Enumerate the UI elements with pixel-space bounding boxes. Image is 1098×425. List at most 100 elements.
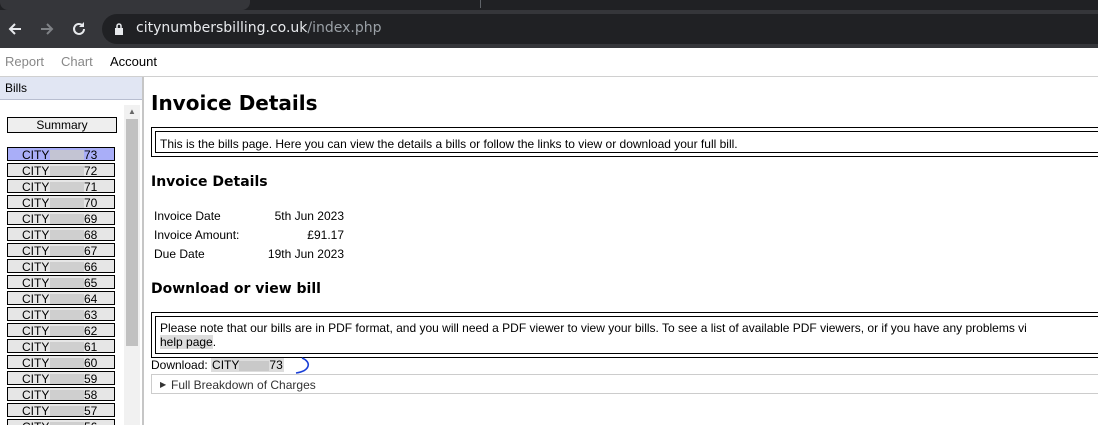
bill-number: 72 bbox=[84, 164, 98, 178]
invoice-date-label: Invoice Date bbox=[154, 209, 221, 223]
bill-item[interactable]: CITY 67 bbox=[7, 243, 115, 258]
bill-prefix: CITY bbox=[22, 372, 50, 386]
tab-strip bbox=[0, 0, 1098, 10]
bill-item[interactable]: CITY 68 bbox=[7, 227, 115, 242]
redacted-block bbox=[50, 182, 84, 192]
bill-number: 63 bbox=[84, 308, 98, 322]
bill-number: 56 bbox=[84, 420, 97, 425]
bill-item[interactable]: CITY 69 bbox=[7, 211, 115, 226]
bill-item[interactable]: CITY 72 bbox=[7, 163, 115, 178]
invoice-date-value: 5th Jun 2023 bbox=[274, 209, 344, 223]
bill-number: 58 bbox=[84, 388, 98, 402]
due-date-row: Due Date 19th Jun 2023 bbox=[154, 247, 344, 266]
download-heading: Download or view bill bbox=[151, 281, 321, 297]
redacted-block bbox=[50, 358, 84, 368]
redacted-block bbox=[50, 262, 84, 272]
bill-item[interactable]: CITY 66 bbox=[7, 259, 115, 274]
bill-prefix: CITY bbox=[22, 260, 50, 274]
bill-item[interactable]: CITY 64 bbox=[7, 291, 115, 306]
bill-prefix: CITY bbox=[22, 292, 50, 306]
bill-prefix: CITY bbox=[22, 276, 50, 290]
menu-chart[interactable]: Chart bbox=[61, 54, 93, 69]
site-menu: Report Chart Account bbox=[0, 48, 1098, 77]
summary-button[interactable]: Summary bbox=[7, 117, 117, 133]
redacted-block bbox=[50, 310, 84, 320]
bill-number: 65 bbox=[84, 276, 98, 290]
menu-report[interactable]: Report bbox=[5, 54, 44, 69]
redacted-block bbox=[50, 230, 84, 240]
download-bill-link[interactable]: CITY 73 bbox=[211, 358, 284, 372]
redacted-block bbox=[50, 246, 84, 256]
tab-divider bbox=[480, 0, 481, 8]
scroll-up-icon[interactable]: ▲ bbox=[124, 105, 140, 119]
redacted-block bbox=[50, 166, 84, 176]
bill-item[interactable]: CITY 60 bbox=[7, 355, 115, 370]
bill-item[interactable]: CITY 62 bbox=[7, 323, 115, 338]
breakdown-label: Full Breakdown of Charges bbox=[171, 378, 316, 392]
bill-prefix: CITY bbox=[22, 180, 50, 194]
expand-triangle-icon: ▶ bbox=[160, 380, 167, 389]
redacted-block bbox=[50, 214, 84, 224]
help-page-link[interactable]: help page bbox=[160, 335, 213, 349]
bill-list: CITY 73 CITY 72 CITY 71 CITY 70 CITY 69 CITY 68 CITY… bbox=[7, 147, 117, 425]
bill-prefix: CITY bbox=[22, 308, 50, 322]
bill-prefix: CITY bbox=[22, 324, 50, 338]
invoice-amount-row: Invoice Amount: £91.17 bbox=[154, 228, 344, 247]
bill-item[interactable]: CITY 58 bbox=[7, 387, 115, 402]
bill-prefix: CITY bbox=[22, 356, 50, 370]
bill-prefix: CITY bbox=[22, 148, 50, 162]
invoice-details-table: Invoice Date 5th Jun 2023 Invoice Amount… bbox=[154, 209, 344, 266]
redacted-block bbox=[50, 150, 84, 160]
browser-toolbar: citynumbersbilling.co.uk/index.php bbox=[0, 10, 1098, 48]
redacted-block bbox=[50, 390, 84, 400]
invoice-date-row: Invoice Date 5th Jun 2023 bbox=[154, 209, 344, 228]
active-tab[interactable] bbox=[0, 0, 250, 10]
bill-number: 66 bbox=[84, 260, 98, 274]
bill-item[interactable]: CITY 65 bbox=[7, 275, 115, 290]
bill-prefix: CITY bbox=[22, 340, 50, 354]
bill-prefix: CITY bbox=[22, 388, 50, 402]
bill-item[interactable]: CITY 73 bbox=[7, 147, 115, 162]
bill-number: 59 bbox=[84, 372, 98, 386]
pdf-note-text: Please note that our bills are in PDF fo… bbox=[155, 316, 1098, 354]
bill-number: 67 bbox=[84, 244, 98, 258]
bill-number: 57 bbox=[84, 404, 98, 418]
bill-prefix: CITY bbox=[22, 420, 49, 425]
bill-number: 69 bbox=[84, 212, 98, 226]
bill-number: 73 bbox=[84, 148, 98, 162]
bill-item[interactable]: CITY 57 bbox=[7, 403, 115, 418]
bill-item[interactable]: CITY 63 bbox=[7, 307, 115, 322]
invoice-amount-value: £91.17 bbox=[307, 228, 344, 242]
bill-number: 71 bbox=[84, 180, 98, 194]
redacted-block bbox=[50, 406, 84, 416]
menu-account[interactable]: Account bbox=[110, 54, 157, 69]
address-bar[interactable]: citynumbersbilling.co.uk/index.php bbox=[102, 14, 1098, 44]
pdf-note-box: Please note that our bills are in PDF fo… bbox=[151, 312, 1098, 358]
redacted-block bbox=[50, 374, 84, 384]
bill-item[interactable]: CITY 70 bbox=[7, 195, 115, 210]
invoice-amount-label: Invoice Amount: bbox=[154, 228, 240, 242]
intro-box: This is the bills page. Here you can vie… bbox=[151, 127, 1098, 157]
sidebar-scrollbar[interactable]: ▲ bbox=[124, 105, 140, 425]
details-heading: Invoice Details bbox=[151, 174, 268, 190]
forward-icon[interactable] bbox=[36, 18, 58, 40]
due-date-value: 19th Jun 2023 bbox=[267, 247, 344, 261]
reload-icon[interactable] bbox=[68, 18, 90, 40]
lock-icon bbox=[114, 22, 124, 40]
bill-number: 70 bbox=[84, 196, 98, 210]
breakdown-toggle[interactable]: ▶ Full Breakdown of Charges bbox=[151, 374, 1098, 394]
bills-sidebar: Bills Summary CITY 73 CITY 72 CITY 71 CITY 70 CI… bbox=[0, 77, 144, 425]
bill-item[interactable]: CITY 56 bbox=[7, 419, 115, 425]
bill-number: 68 bbox=[84, 228, 98, 242]
bill-item[interactable]: CITY 61 bbox=[7, 339, 115, 354]
bills-header: Bills bbox=[0, 77, 142, 100]
url-text: citynumbersbilling.co.uk/index.php bbox=[136, 20, 382, 36]
bill-item[interactable]: CITY 71 bbox=[7, 179, 115, 194]
bill-prefix: CITY bbox=[22, 196, 50, 210]
due-date-label: Due Date bbox=[154, 247, 205, 261]
bill-item[interactable]: CITY 59 bbox=[7, 371, 115, 386]
redacted-block bbox=[50, 278, 84, 288]
back-icon[interactable] bbox=[4, 18, 26, 40]
redacted-block bbox=[50, 198, 84, 208]
scroll-thumb[interactable] bbox=[126, 119, 138, 346]
